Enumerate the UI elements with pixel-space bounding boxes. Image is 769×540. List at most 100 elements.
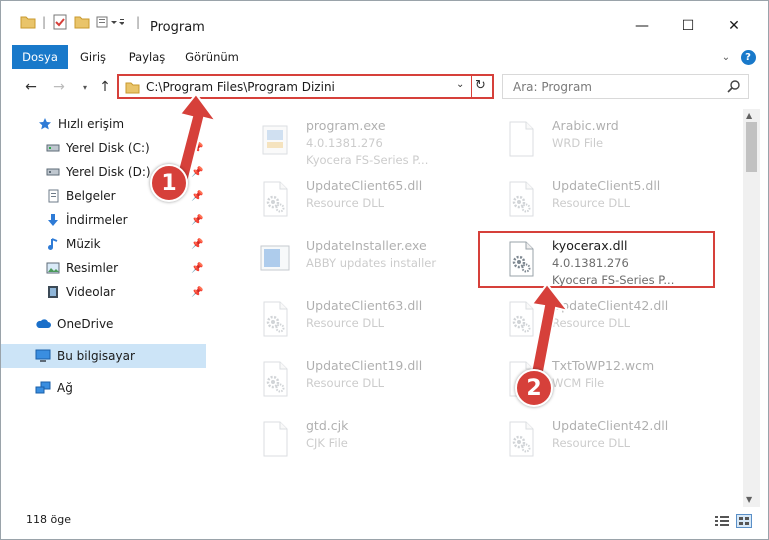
file-name: UpdateClient42.dll — [552, 298, 669, 313]
file-name: gtd.cjk — [306, 418, 349, 433]
sidebar-item-label: Yerel Disk (D:) — [66, 165, 151, 179]
file-name: TxtToWP12.wcm — [552, 358, 655, 373]
folder-icon[interactable] — [19, 13, 37, 31]
file-list: program.exe 4.0.1381.276 Kyocera FS-Series… — [206, 109, 743, 507]
dll-gear-icon — [504, 420, 540, 460]
title-bar: | | Program — ☐ ✕ — [1, 1, 768, 41]
file-detail: WCM File — [552, 376, 605, 390]
maximize-button[interactable]: ☐ — [665, 11, 711, 41]
star-icon — [37, 116, 53, 132]
file-explorer-window: | | Program — ☐ ✕ Dosya Giriş Paylaş Gör… — [0, 0, 769, 540]
selected-file-highlight — [478, 231, 715, 288]
pin-icon[interactable]: 📌 — [191, 143, 203, 154]
tab-dosya[interactable]: Dosya — [12, 45, 68, 69]
vertical-scrollbar[interactable]: ▲ ▼ — [743, 109, 760, 507]
dll-gear-icon — [258, 300, 294, 340]
search-icon[interactable] — [727, 79, 741, 96]
documents-icon — [45, 188, 61, 204]
sidebar-item-label: Hızlı erişim — [58, 117, 125, 131]
properties-icon[interactable] — [51, 13, 69, 31]
file-item[interactable]: UpdateClient42.dll Resource DLL — [478, 294, 718, 344]
back-arrow-icon[interactable]: ← — [21, 77, 41, 97]
dll-gear-icon — [258, 180, 294, 220]
file-name: UpdateClient42.dll — [552, 418, 669, 433]
minimize-button[interactable]: — — [619, 11, 665, 41]
pictures-icon — [45, 260, 61, 276]
file-item[interactable]: UpdateInstaller.exe ABBY updates installe… — [232, 234, 472, 284]
file-item[interactable]: Arabic.wrd WRD File — [478, 114, 718, 164]
address-bar[interactable]: C:\Program Files\Program Dizini ⌄ ↻ — [117, 74, 494, 99]
pin-icon[interactable]: 📌 — [191, 167, 203, 178]
file-item[interactable]: UpdateClient5.dll Resource DLL — [478, 174, 718, 224]
sidebar-item-videos[interactable]: Videolar 📌 — [1, 280, 206, 304]
sidebar-item-local-disk-c[interactable]: Yerel Disk (C:) 📌 — [1, 136, 206, 160]
up-arrow-icon[interactable]: ↑ — [95, 77, 115, 97]
file-detail: CJK File — [306, 436, 348, 450]
sidebar-item-label: OneDrive — [57, 317, 114, 331]
file-item[interactable]: UpdateClient65.dll Resource DLL — [232, 174, 472, 224]
music-icon — [45, 236, 61, 252]
pin-icon[interactable]: 📌 — [191, 215, 203, 226]
file-item[interactable]: UpdateClient63.dll Resource DLL — [232, 294, 472, 344]
installer-icon — [258, 240, 294, 280]
file-detail: WRD File — [552, 136, 604, 150]
pin-icon[interactable]: 📌 — [191, 287, 203, 298]
pin-icon[interactable]: 📌 — [191, 239, 203, 250]
new-folder-icon[interactable] — [73, 13, 91, 31]
scroll-down-icon[interactable]: ▼ — [746, 495, 752, 504]
separator: | — [135, 15, 141, 29]
videos-icon — [45, 284, 61, 300]
sidebar-item-network[interactable]: Ağ — [1, 376, 206, 400]
window-title: Program — [150, 20, 205, 35]
blank-file-icon — [258, 420, 294, 460]
file-detail: ABBY updates installer — [306, 256, 437, 270]
file-detail: Resource DLL — [306, 316, 385, 330]
help-icon[interactable]: ? — [740, 48, 756, 66]
customize-quick-access-icon[interactable] — [95, 13, 125, 31]
search-box[interactable]: Ara: Program — [502, 74, 749, 99]
folder-icon — [125, 81, 140, 97]
divider — [471, 76, 472, 97]
sidebar-item-pictures[interactable]: Resimler 📌 — [1, 256, 206, 280]
sidebar-item-onedrive[interactable]: OneDrive — [1, 312, 206, 336]
file-detail: Resource DLL — [306, 196, 385, 210]
tab-giris[interactable]: Giriş — [73, 45, 113, 69]
file-name: program.exe — [306, 118, 386, 133]
recent-locations-chevron-icon[interactable]: ▾ — [75, 77, 95, 97]
file-item[interactable]: gtd.cjk CJK File — [232, 414, 472, 464]
forward-arrow-icon[interactable]: → — [49, 77, 69, 97]
item-count: 118 öge — [26, 513, 71, 526]
address-path[interactable]: C:\Program Files\Program Dizini — [146, 80, 335, 94]
close-button[interactable]: ✕ — [711, 11, 757, 41]
tab-paylas[interactable]: Paylaş — [125, 45, 169, 69]
ribbon-tabs: Dosya Giriş Paylaş Görünüm ⌄ ? — [1, 45, 768, 69]
file-detail: Resource DLL — [552, 436, 631, 450]
sidebar-item-music[interactable]: Müzik 📌 — [1, 232, 206, 256]
file-name: UpdateClient65.dll — [306, 178, 423, 193]
details-view-icon[interactable] — [714, 514, 730, 528]
scroll-up-icon[interactable]: ▲ — [746, 111, 752, 120]
file-detail: Resource DLL — [306, 376, 385, 390]
sidebar-item-downloads[interactable]: İndirmeler 📌 — [1, 208, 206, 232]
step-marker-1: 1 — [150, 164, 188, 202]
file-item[interactable]: program.exe 4.0.1381.276 Kyocera FS-Series… — [232, 114, 472, 167]
blank-file-icon — [504, 120, 540, 160]
file-item[interactable]: TxtToWP12.wcm WCM File — [478, 354, 718, 404]
pin-icon[interactable]: 📌 — [191, 191, 203, 202]
sidebar-item-quick-access[interactable]: Hızlı erişim — [1, 112, 206, 136]
file-item[interactable]: UpdateClient19.dll Resource DLL — [232, 354, 472, 404]
large-icons-view-icon[interactable] — [736, 514, 752, 528]
sidebar-item-label: Ağ — [57, 381, 73, 395]
file-item[interactable]: UpdateClient42.dll Resource DLL — [478, 414, 718, 464]
file-name: Arabic.wrd — [552, 118, 619, 133]
dll-gear-icon — [504, 180, 540, 220]
scrollbar-thumb[interactable] — [746, 122, 757, 172]
file-name: UpdateInstaller.exe — [306, 238, 427, 253]
sidebar-item-this-pc[interactable]: Bu bilgisayar — [1, 344, 206, 368]
tab-gorunum[interactable]: Görünüm — [181, 45, 243, 69]
address-dropdown-icon[interactable]: ⌄ — [456, 79, 464, 90]
chevron-down-icon[interactable]: ⌄ — [717, 48, 735, 66]
pin-icon[interactable]: 📌 — [191, 263, 203, 274]
refresh-icon[interactable]: ↻ — [475, 78, 486, 93]
sidebar-item-label: Resimler — [66, 261, 119, 275]
